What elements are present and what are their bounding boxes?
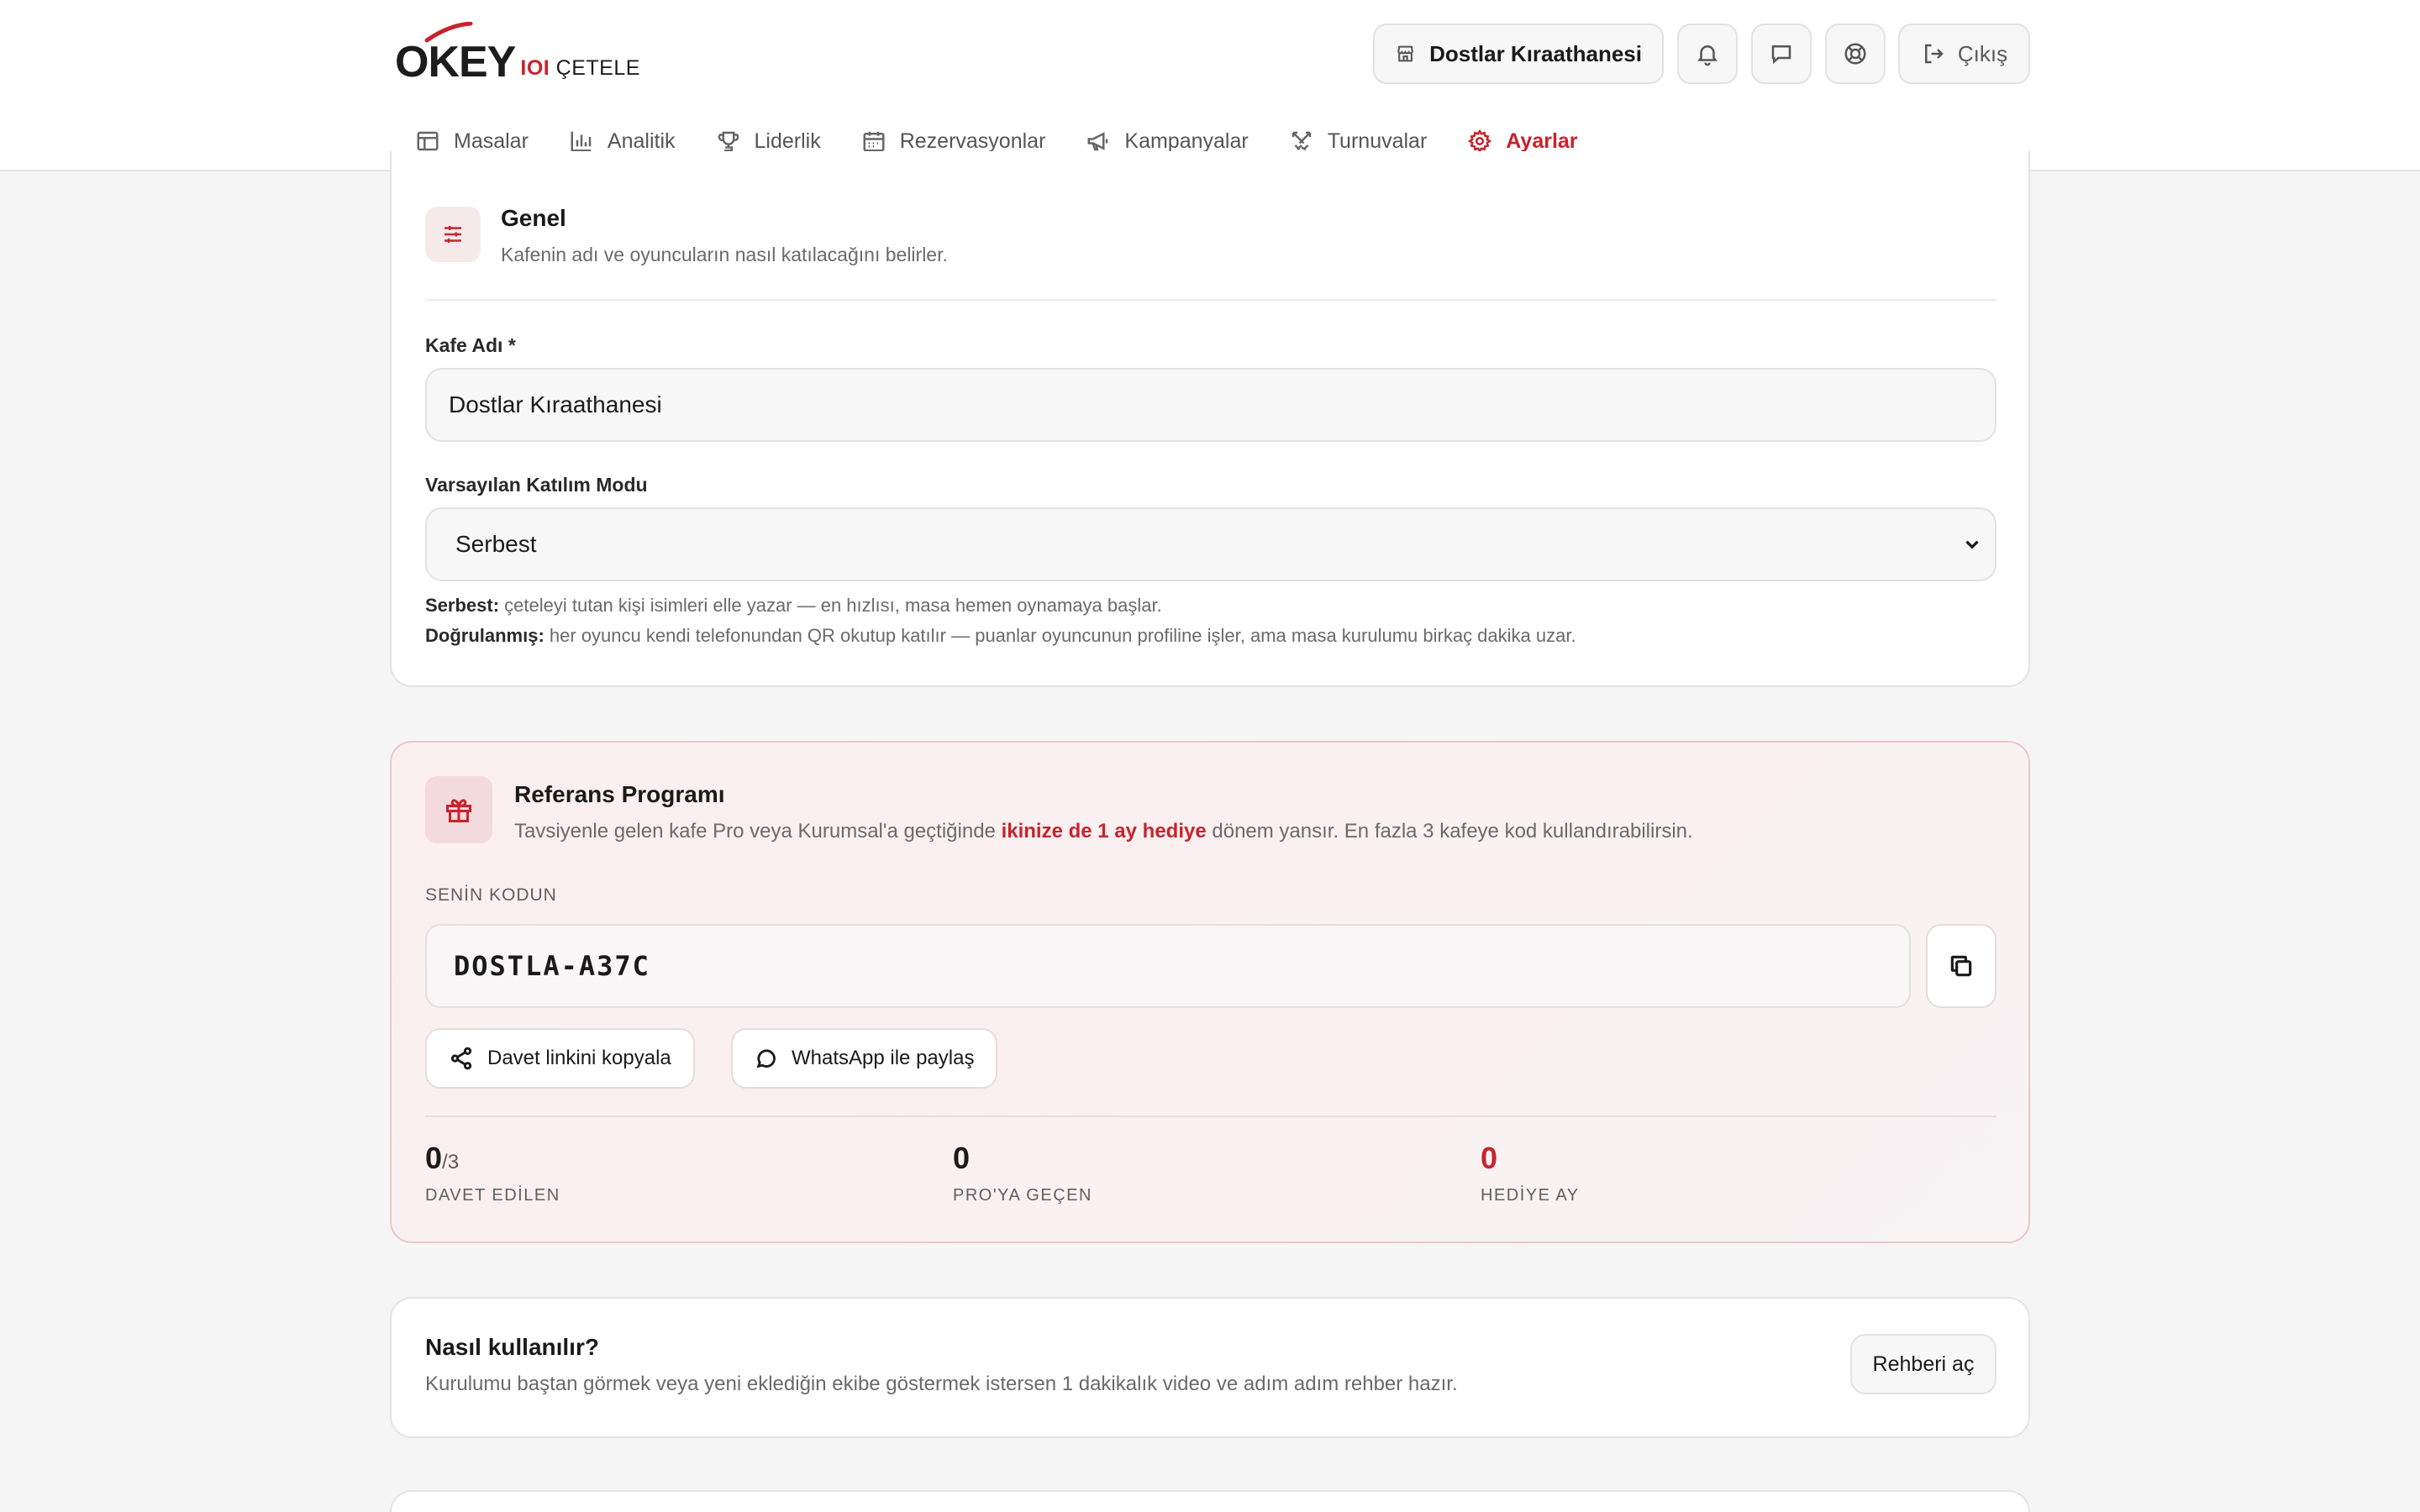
logout-icon — [1924, 44, 1944, 64]
desc-highlight: ikinize de 1 ay hediye — [1001, 820, 1207, 843]
messages-button[interactable] — [1751, 24, 1812, 84]
referral-program-card: Referans Programı Tavsiyenle gelen kafe … — [390, 741, 2030, 1243]
tab-label: Rezervasyonlar — [899, 129, 1046, 153]
support-button[interactable] — [1825, 24, 1886, 84]
stat-number: 0 — [425, 1141, 443, 1175]
store-icon — [1397, 45, 1413, 62]
referral-code: DOSTLA-A37C — [454, 950, 650, 982]
stat-invited-label: DAVET EDİLEN — [425, 1186, 560, 1205]
sliders-icon — [425, 207, 481, 262]
section-title: Nasıl kullanılır? — [425, 1334, 599, 1360]
bell-icon — [1697, 45, 1718, 66]
stat-invited-value: 0/3 — [425, 1141, 459, 1176]
tab-label: Masalar — [454, 129, 529, 153]
stat-pro-value: 0 — [953, 1141, 971, 1175]
divider — [425, 299, 1996, 301]
copy-icon — [1950, 955, 1972, 977]
section-description: Kafenin adı ve oyuncuların nasıl katılac… — [501, 244, 948, 265]
bar-chart-icon — [571, 131, 592, 152]
help-verified-term: Doğrulanmış: — [425, 625, 544, 646]
tab-label: Ayarlar — [1506, 129, 1578, 153]
button-label: Davet linkini kopyala — [487, 1047, 671, 1069]
copy-invite-link-button[interactable]: Davet linkini kopyala — [425, 1028, 695, 1089]
swords-icon — [1292, 131, 1311, 151]
next-settings-card — [390, 1490, 2030, 1512]
share-icon — [450, 1047, 472, 1070]
desc-part: Tavsiyenle gelen kafe Pro veya Kurumsal'… — [514, 820, 1002, 843]
cafe-switcher-button[interactable]: Dostlar Kıraathanesi — [1373, 24, 1664, 84]
logo-wordmark: OKEY — [395, 38, 516, 87]
brand-logo[interactable]: OKEY IOI ÇETELE — [395, 22, 640, 87]
chevron-down-icon — [1965, 540, 1979, 549]
notifications-button[interactable] — [1677, 24, 1738, 84]
logo-cetele: ÇETELE — [555, 56, 640, 80]
divider — [425, 1116, 1996, 1117]
mode-label: Varsayılan Katılım Modu — [425, 474, 648, 496]
cafe-name-label: Kafe Adı * — [425, 334, 516, 356]
tab-label: Turnuvalar — [1327, 129, 1428, 153]
megaphone-icon — [1087, 132, 1108, 151]
code-label: SENİN KODUN — [425, 885, 557, 905]
lifebuoy-icon — [1844, 43, 1866, 65]
tab-label: Liderlik — [754, 129, 821, 153]
cafe-name-input[interactable]: Dostlar Kıraathanesi — [425, 368, 1996, 442]
mode-value: Serbest — [455, 531, 537, 557]
help-free-text: çeteleyi tutan kişi isimleri elle yazar … — [499, 595, 1162, 616]
tab-label: Kampanyalar — [1124, 129, 1249, 153]
help-free-term: Serbest: — [425, 595, 500, 616]
gift-icon — [425, 776, 492, 843]
trophy-icon — [718, 131, 739, 152]
referral-description: Tavsiyenle gelen kafe Pro veya Kurumsal'… — [514, 820, 1693, 843]
desc-part: dönem yansır. En fazla 3 kafeye kod kull… — [1206, 820, 1693, 843]
logout-button[interactable]: Çıkış — [1898, 24, 2030, 84]
logo-ioi: IOI — [520, 56, 550, 80]
general-settings-card: Genel Kafenin adı ve oyuncuların nasıl k… — [390, 151, 2030, 687]
top-header: OKEY IOI ÇETELE Dostlar Kıraathanesi Çık… — [0, 0, 2420, 173]
tab-label: Analitik — [607, 129, 676, 153]
help-verified-text: her oyuncu kendi telefonundan QR okutup … — [544, 625, 1576, 646]
cafe-name-label: Dostlar Kıraathanesi — [1429, 40, 1642, 66]
gear-icon — [1468, 129, 1492, 154]
logout-label: Çıkış — [1957, 40, 2008, 66]
copy-code-button[interactable] — [1926, 924, 1996, 1008]
stat-gift-value: 0 — [1481, 1141, 1498, 1175]
cafe-name-value: Dostlar Kıraathanesi — [449, 391, 662, 417]
share-whatsapp-button[interactable]: WhatsApp ile paylaş — [731, 1028, 998, 1089]
calendar-icon — [863, 131, 885, 152]
join-mode-select[interactable]: Serbest — [425, 507, 1996, 581]
section-title: Referans Programı — [514, 781, 725, 807]
section-description: Kurulumu baştan görmek veya yeni eklediğ… — [425, 1373, 1458, 1395]
section-title: Genel — [501, 205, 566, 231]
how-to-use-card: Nasıl kullanılır? Kurulumu baştan görmek… — [390, 1297, 2030, 1438]
referral-code-field[interactable]: DOSTLA-A37C — [425, 924, 1911, 1008]
stat-pro-label: PRO'YA GEÇEN — [953, 1186, 1092, 1205]
table-icon — [417, 131, 439, 151]
open-guide-button[interactable]: Rehberi aç — [1850, 1334, 1996, 1394]
stat-gift-label: HEDİYE AY — [1481, 1186, 1580, 1205]
help-verified-mode: Doğrulanmış: her oyuncu kendi telefonund… — [425, 625, 1576, 647]
button-label: WhatsApp ile paylaş — [792, 1047, 975, 1069]
message-icon — [1771, 45, 1791, 65]
whatsapp-icon — [756, 1049, 776, 1068]
logo-swoosh-icon — [424, 22, 473, 43]
stat-suffix: /3 — [442, 1151, 460, 1173]
logo-subtitle: IOI ÇETELE — [520, 56, 640, 81]
help-free-mode: Serbest: çeteleyi tutan kişi isimleri el… — [425, 595, 1162, 617]
